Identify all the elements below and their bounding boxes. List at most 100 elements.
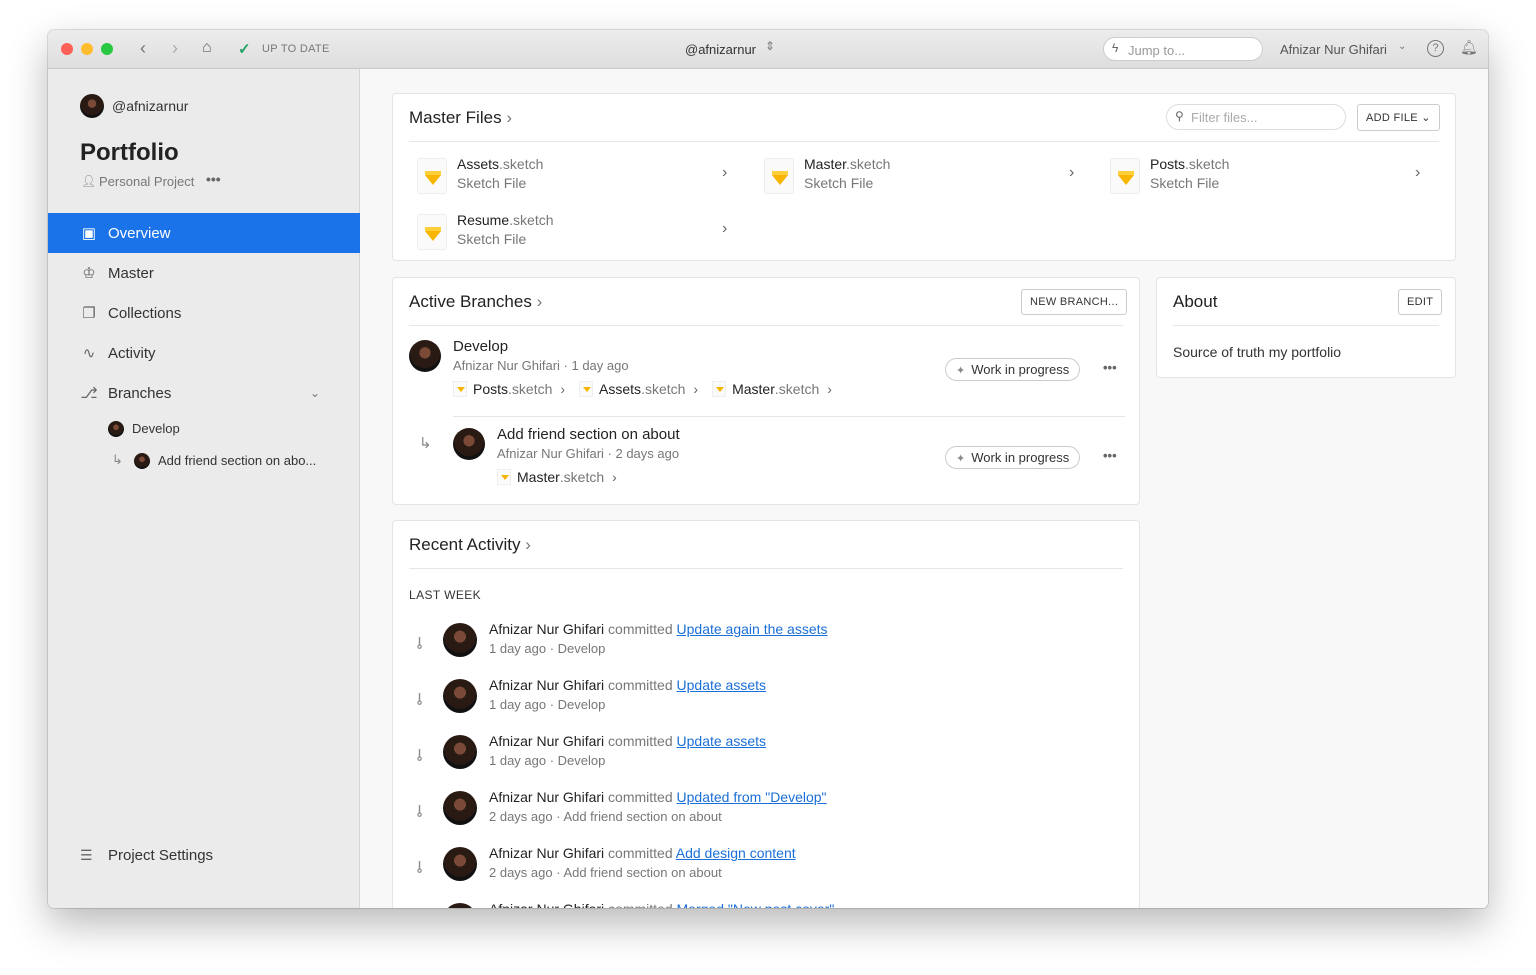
zoom-window-button[interactable] (101, 43, 113, 55)
more-options-icon[interactable]: ••• (1103, 360, 1117, 375)
sidebar-item-collections[interactable]: ❐ Collections (48, 293, 360, 333)
branch-file-link[interactable]: Master .sketch › (497, 469, 617, 485)
sidebar-item-activity[interactable]: ∿ Activity (48, 333, 360, 373)
commit-icon: ⊸ (410, 692, 428, 706)
commit-link[interactable]: Add design content (676, 845, 796, 861)
file-item[interactable]: Master.sketch Sketch File › (756, 154, 1086, 198)
chevron-right-icon: › (693, 381, 699, 397)
file-item[interactable]: Assets.sketch Sketch File › (409, 154, 739, 198)
chevron-down-icon[interactable]: ⌄ (310, 386, 320, 400)
person-icon: 👤︎ (81, 174, 97, 188)
bolt-icon: ϟ (1112, 41, 1119, 55)
sketch-diamond (425, 171, 441, 185)
divider (453, 416, 1125, 417)
sketch-file-icon (497, 469, 511, 485)
edit-about-button[interactable]: EDIT (1398, 289, 1443, 315)
avatar (443, 903, 477, 908)
back-icon[interactable]: ‹ (140, 38, 146, 59)
commit-link[interactable]: Update assets (677, 677, 767, 693)
sidebar-item-master[interactable]: ♔ Master (48, 253, 360, 293)
branch-item[interactable]: Develop Afnizar Nur Ghifari · 1 day ago Po… (393, 336, 1141, 420)
bell-icon[interactable]: 🔔︎ (1460, 39, 1478, 56)
file-ext: .sketch (641, 381, 686, 397)
titlebar: ‹ › ⌂ ✓ UP TO DATE @afnizarnur ⇕ ϟ Jump … (48, 30, 1488, 69)
activity-line: Afnizar Nur Ghifari committed Update aga… (489, 621, 828, 637)
file-name: Assets.sketch (457, 156, 543, 172)
sidebar-branch-add-friend[interactable]: Add friend section on abo... (158, 453, 316, 468)
help-icon[interactable]: ? (1427, 40, 1444, 57)
filter-files-input[interactable]: ⚲ Filter files... (1166, 104, 1346, 130)
chevron-right-icon: › (560, 381, 566, 397)
status-badge[interactable]: ✦ Work in progress (945, 358, 1081, 381)
file-ext: .sketch (499, 156, 544, 172)
forward-icon[interactable]: › (172, 38, 178, 59)
sketch-file-icon (453, 381, 467, 397)
sidebar-item-overview[interactable]: ▣ Overview (48, 213, 360, 253)
file-basename: Master (804, 156, 847, 172)
file-ext: .sketch (1185, 156, 1230, 172)
recent-activity-header[interactable]: Recent Activity › (409, 535, 531, 555)
avatar (80, 94, 104, 118)
file-ext: .sketch (509, 212, 554, 228)
activity-user[interactable]: Afnizar Nur Ghifari (489, 677, 604, 693)
project-title: Portfolio (80, 139, 179, 166)
jump-to-input[interactable]: ϟ Jump to... (1103, 37, 1263, 61)
activity-user[interactable]: Afnizar Nur Ghifari (489, 621, 604, 637)
avatar (443, 679, 477, 713)
activity-item: ⊸ Afnizar Nur Ghifari committed Add desig… (409, 843, 1109, 899)
activity-verb: committed (608, 845, 673, 861)
sketch-file-icon (712, 381, 727, 397)
commit-link[interactable]: Update assets (677, 733, 767, 749)
branch-file-link[interactable]: Assets .sketch › (579, 381, 698, 397)
activity-user[interactable]: Afnizar Nur Ghifari (489, 901, 604, 908)
card-title: Master Files (409, 108, 502, 127)
sidebar-item-branches[interactable]: ⎇ Branches ⌄ (48, 373, 360, 413)
activity-user[interactable]: Afnizar Nur Ghifari (489, 845, 604, 861)
recent-activity-card: Recent Activity › LAST WEEK ⊸ Afnizar Nur… (392, 520, 1140, 908)
file-type: Sketch File (804, 175, 874, 191)
username: @afnizarnur (112, 98, 189, 114)
minimize-window-button[interactable] (81, 43, 93, 55)
sketch-file-icon (1110, 158, 1140, 194)
activity-meta: 2 days ago · Add friend section on about (489, 865, 722, 880)
user-menu[interactable]: Afnizar Nur Ghifari (1280, 42, 1387, 57)
avatar (443, 847, 477, 881)
project-settings-link[interactable]: Project Settings (108, 847, 213, 864)
file-item[interactable]: Posts.sketch Sketch File › (1102, 154, 1432, 198)
commit-link[interactable]: Update again the assets (677, 621, 828, 637)
commit-link[interactable]: Updated from "Develop" (677, 789, 827, 805)
more-options-icon[interactable]: ••• (1103, 448, 1117, 463)
sketch-file-icon (417, 158, 447, 194)
activity-meta: 1 day ago · Develop (489, 753, 606, 768)
branch-file-link[interactable]: Posts .sketch › (453, 381, 565, 397)
add-file-button[interactable]: ADD FILE ⌄ (1357, 104, 1440, 131)
button-label: ADD FILE (1366, 112, 1418, 124)
about-title: About (1173, 292, 1218, 311)
activity-user[interactable]: Afnizar Nur Ghifari (489, 733, 604, 749)
branch-file-link[interactable]: Master .sketch › (712, 381, 832, 397)
branch-item[interactable]: ↳ Add friend section on about Afnizar Nur … (393, 424, 1141, 508)
home-icon[interactable]: ⌂ (202, 39, 212, 57)
status-badge[interactable]: ✦ Work in progress (945, 446, 1081, 469)
sidebar-branch-develop[interactable]: Develop (132, 421, 180, 436)
check-icon: ✓ (238, 41, 251, 58)
chevron-right-icon: › (1415, 164, 1421, 181)
file-basename: Assets (457, 156, 500, 172)
master-files-header[interactable]: Master Files › (409, 108, 512, 128)
commit-icon: ⊸ (410, 804, 428, 818)
chevron-right-icon: › (612, 469, 617, 485)
file-basename: Posts (1150, 156, 1186, 172)
more-options-icon[interactable]: ••• (206, 171, 221, 187)
activity-user[interactable]: Afnizar Nur Ghifari (489, 789, 604, 805)
close-window-button[interactable] (61, 43, 73, 55)
account-switcher[interactable]: @afnizarnur (685, 42, 756, 57)
file-ext: .sketch (508, 381, 553, 397)
file-ext: .sketch (774, 381, 820, 397)
active-branches-header[interactable]: Active Branches › (409, 292, 542, 312)
card-title: Recent Activity (409, 535, 521, 554)
activity-item: ⊸ Afnizar Nur Ghifari committed Update as… (409, 675, 1109, 731)
commit-link[interactable]: Merged "New post cover" (677, 901, 835, 908)
file-item[interactable]: Resume.sketch Sketch File › (409, 210, 739, 254)
new-branch-button[interactable]: NEW BRANCH... (1021, 289, 1128, 315)
avatar (453, 428, 485, 460)
